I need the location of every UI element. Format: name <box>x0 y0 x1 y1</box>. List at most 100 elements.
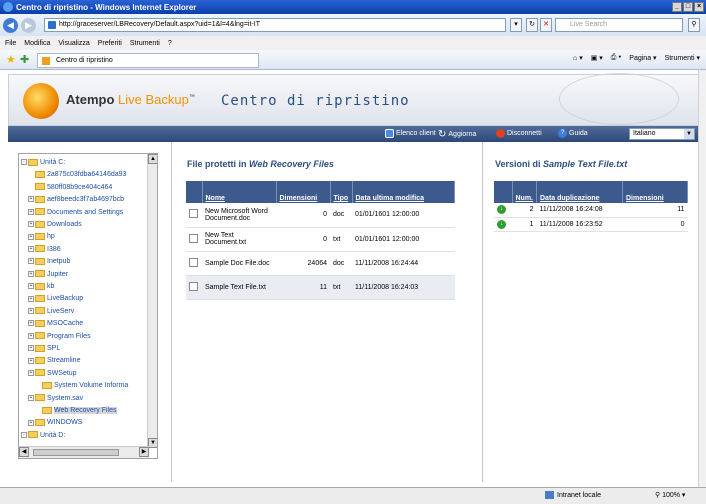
page-vertical-scrollbar[interactable] <box>698 70 706 487</box>
tree-item[interactable]: + Downloads <box>28 220 82 230</box>
url-field[interactable]: http://graceserver/LBRecovery/Default.as… <box>44 18 506 32</box>
menu-help[interactable]: ? <box>168 40 172 47</box>
expand-icon[interactable]: + <box>28 307 34 314</box>
file-name[interactable]: New Microsoft Word Document.doc <box>202 203 276 228</box>
refresh-button[interactable]: ↻ <box>526 18 538 32</box>
tree-item[interactable]: + SPL <box>28 344 60 354</box>
tools-menu[interactable]: Strumenti ▾ <box>665 54 700 62</box>
home-icon[interactable]: ⌂ ▾ <box>573 54 583 62</box>
menu-preferiti[interactable]: Preferiti <box>98 40 122 47</box>
tree-item[interactable]: 580ff08b9ce404c464 <box>28 183 112 193</box>
tree-item[interactable]: + Streamline <box>28 356 80 366</box>
scroll-thumb[interactable] <box>33 449 119 456</box>
column-header-num[interactable]: Num. <box>512 181 537 203</box>
column-header-tipo[interactable]: Tipo <box>330 181 353 203</box>
column-header-dimensioni[interactable]: Dimensioni <box>622 181 688 203</box>
tree-item[interactable]: Web Recovery Files <box>35 406 117 416</box>
tree-item[interactable]: + aef8beedc3f7ab4697bcb <box>28 195 124 205</box>
expand-icon[interactable]: + <box>28 208 34 215</box>
expand-icon[interactable]: + <box>28 196 34 203</box>
expand-icon[interactable]: + <box>28 357 34 364</box>
tree-item[interactable]: - Unità C: <box>21 158 65 168</box>
tab-centro-di-ripristino[interactable]: Centro di ripristino <box>37 53 259 68</box>
file-row[interactable]: New Microsoft Word Document.doc 0 doc 01/01… <box>186 203 455 228</box>
tree-item[interactable]: + Program Files <box>28 332 91 342</box>
forward-button[interactable]: ▶ <box>21 17 36 33</box>
column-header-dimensioni[interactable]: Dimensioni <box>276 181 331 203</box>
tree-item[interactable]: + LiveBackup <box>28 294 83 304</box>
expand-icon[interactable]: + <box>28 332 34 339</box>
menu-file[interactable]: File <box>5 40 16 47</box>
file-row[interactable]: New Text Document.txt 0 txt 01/01/1601 12:0… <box>186 227 455 252</box>
scroll-up-icon[interactable]: ▲ <box>148 154 157 164</box>
tree-item[interactable]: + hp <box>28 232 55 242</box>
restore-download-icon[interactable]: ↓ <box>497 205 506 215</box>
tree-item[interactable]: + SWSetup <box>28 369 77 379</box>
file-row[interactable]: Sample Doc File.doc 24064 doc 11/11/2008 16… <box>186 251 455 276</box>
expand-icon[interactable]: + <box>28 419 34 426</box>
page-menu[interactable]: Pagina ▾ <box>629 54 656 62</box>
expand-icon[interactable]: + <box>28 270 34 277</box>
search-icon[interactable]: ⚲ <box>688 18 700 32</box>
expand-icon[interactable]: + <box>28 221 34 228</box>
column-header-data[interactable]: Data ultima modifica <box>352 181 455 203</box>
tree-vertical-scrollbar[interactable]: ▲ ▼ <box>147 154 157 448</box>
column-header-nome[interactable]: Nome <box>202 181 277 203</box>
tree-item[interactable]: - Unità D: <box>21 431 65 441</box>
favorites-star-icon[interactable]: ★ <box>6 53 16 66</box>
tree-item[interactable]: + I386 <box>28 245 61 255</box>
scroll-right-icon[interactable]: ▶ <box>139 447 149 457</box>
file-checkbox[interactable] <box>189 257 198 267</box>
tree-item[interactable]: + WINDOWS <box>28 418 82 428</box>
zoom-level[interactable]: ⚲ 100% ▾ <box>655 491 685 499</box>
tree-horizontal-scrollbar[interactable]: ◀ ▶ <box>19 446 149 458</box>
expand-icon[interactable]: + <box>28 283 34 290</box>
expand-icon[interactable]: + <box>28 369 34 376</box>
feeds-icon[interactable]: ▣ ▾ <box>591 54 603 62</box>
minimize-button[interactable]: _ <box>672 2 682 12</box>
expand-icon[interactable]: + <box>28 345 34 352</box>
file-name[interactable]: Sample Doc File.doc <box>202 251 276 276</box>
stop-button[interactable]: ✕ <box>540 18 552 32</box>
file-checkbox[interactable] <box>189 209 198 219</box>
print-icon[interactable]: ⎙ ▾ <box>611 54 622 62</box>
file-checkbox[interactable] <box>189 281 198 291</box>
file-name[interactable]: Sample Text File.txt <box>202 275 276 300</box>
tree-item[interactable]: + kb <box>28 282 54 292</box>
expand-icon[interactable]: + <box>28 258 34 265</box>
expand-icon[interactable]: + <box>28 394 34 401</box>
language-select[interactable]: Italiano ▼ <box>629 128 695 140</box>
maximize-button[interactable]: □ <box>683 2 693 12</box>
close-button[interactable]: × <box>694 2 704 12</box>
tree-item[interactable]: 2a875c03fdba64146da93 <box>28 170 126 180</box>
tree-item[interactable]: + Jupiter <box>28 270 68 280</box>
scroll-left-icon[interactable]: ◀ <box>19 447 29 457</box>
help-button[interactable]: ? Guida <box>558 129 588 138</box>
file-name[interactable]: New Text Document.txt <box>202 227 276 252</box>
version-row[interactable]: ↓ 1 11/11/2008 16:23:52 0 <box>494 217 688 232</box>
expand-icon[interactable]: + <box>28 295 34 302</box>
add-favorites-icon[interactable]: ✚ <box>20 53 29 66</box>
address-dropdown[interactable]: ▾ <box>510 18 522 32</box>
tree-item[interactable]: + LiveServ <box>28 307 74 317</box>
collapse-icon[interactable]: - <box>21 431 27 438</box>
expand-icon[interactable]: + <box>28 245 34 252</box>
file-checkbox[interactable] <box>189 233 198 243</box>
tree-item[interactable]: + MSOCache <box>28 319 83 329</box>
tree-item[interactable]: System Volume Informa <box>35 381 128 391</box>
version-row[interactable]: ↓ 2 11/11/2008 16:24:08 11 <box>494 203 688 218</box>
column-header-data-duplicazione[interactable]: Data duplicazione <box>536 181 623 203</box>
back-button[interactable]: ◀ <box>3 17 18 33</box>
menu-strumenti[interactable]: Strumenti <box>130 40 160 47</box>
tree-item[interactable]: + Documents and Settings <box>28 208 123 218</box>
scroll-down-icon[interactable]: ▼ <box>148 438 157 448</box>
disconnect-button[interactable]: Disconnetti <box>496 129 542 138</box>
tree-item[interactable]: + System.sav <box>28 394 83 404</box>
client-list-button[interactable]: Elenco client <box>385 129 436 138</box>
expand-icon[interactable]: + <box>28 233 34 240</box>
menu-visualizza[interactable]: Visualizza <box>58 40 89 47</box>
tree-item[interactable]: + Inetpub <box>28 257 70 267</box>
restore-download-icon[interactable]: ↓ <box>497 219 506 229</box>
expand-icon[interactable]: + <box>28 320 34 327</box>
search-input[interactable]: Live Search <box>555 18 683 32</box>
